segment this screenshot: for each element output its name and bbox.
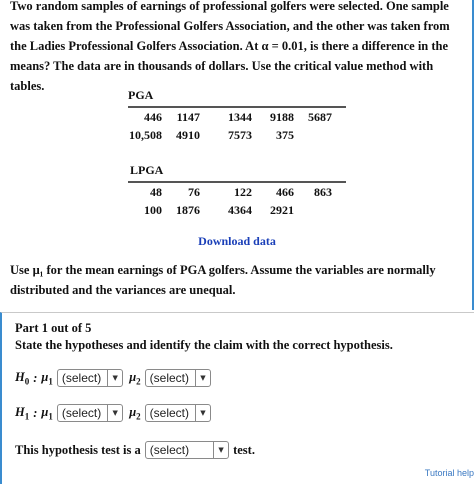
table-cell: 1876 (176, 203, 200, 217)
mu2-symbol: μ2 (129, 404, 141, 422)
colon: : (33, 370, 38, 385)
test-type-select[interactable]: (select) ▼ (144, 441, 230, 459)
table-cell: 4364 (228, 203, 252, 217)
pga-label: PGA (128, 88, 154, 102)
problem-panel: Two random samples of earnings of profes… (0, 0, 474, 310)
part-panel: Part 1 out of 5 State the hypotheses and… (0, 312, 474, 484)
chevron-down-icon: ▼ (107, 370, 122, 386)
colon: : (33, 405, 38, 420)
chevron-down-icon: ▼ (213, 442, 228, 458)
table-cell: 375 (276, 128, 294, 142)
table-cell: 1344 (228, 110, 252, 124)
table-cell: 863 (314, 185, 332, 199)
h1-claim-select[interactable]: (select) ▼ (144, 404, 211, 422)
test-type-row: This hypothesis test is a (select) ▼ test… (15, 441, 255, 459)
test-suffix: test. (233, 442, 255, 457)
chevron-down-icon: ▼ (107, 405, 122, 421)
mu2-symbol: μ2 (129, 369, 141, 387)
lpga-table: LPGA 48 76 122 466 863 100 1876 4364 292… (128, 163, 346, 223)
table-cell: 5687 (308, 110, 332, 124)
pga-rule (128, 106, 346, 108)
part-instruction: State the hypotheses and identify the cl… (15, 338, 393, 352)
alternative-hypothesis-row: H1 : μ1 (select) ▼ μ2 (select) ▼ (15, 404, 211, 422)
chevron-down-icon: ▼ (195, 405, 210, 421)
test-prefix: This hypothesis test is a (15, 442, 141, 457)
assumption-text: Use μ₁ for the mean earnings of PGA golf… (10, 263, 436, 297)
h1-relation-select[interactable]: (select) ▼ (56, 404, 124, 422)
table-cell: 122 (234, 185, 252, 199)
h0-claim-select[interactable]: (select) ▼ (144, 369, 211, 387)
table-cell: 76 (188, 185, 200, 199)
table-cell: 1147 (176, 110, 200, 124)
mu1-symbol: μ1 (41, 369, 53, 387)
h0-symbol: H0 (15, 369, 30, 387)
mu1-symbol: μ1 (41, 404, 53, 422)
table-cell: 7573 (228, 128, 252, 142)
h1-symbol: H1 (15, 404, 30, 422)
pga-table: PGA 446 1147 1344 9188 5687 10,508 4910 … (128, 88, 346, 148)
problem-intro: Two random samples of earnings of profes… (10, 0, 450, 93)
lpga-rule (128, 181, 346, 183)
table-cell: 2921 (270, 203, 294, 217)
lpga-label: LPGA (130, 163, 164, 177)
part-title: Part 1 out of 5 (15, 321, 92, 335)
null-hypothesis-row: H0 : μ1 (select) ▼ μ2 (select) ▼ (15, 369, 211, 387)
tutorial-help-link[interactable]: Tutorial help (425, 468, 474, 478)
h0-relation-select[interactable]: (select) ▼ (56, 369, 124, 387)
chevron-down-icon: ▼ (195, 370, 210, 386)
download-data-link[interactable]: Download data (0, 234, 474, 249)
table-cell: 4910 (176, 128, 200, 142)
